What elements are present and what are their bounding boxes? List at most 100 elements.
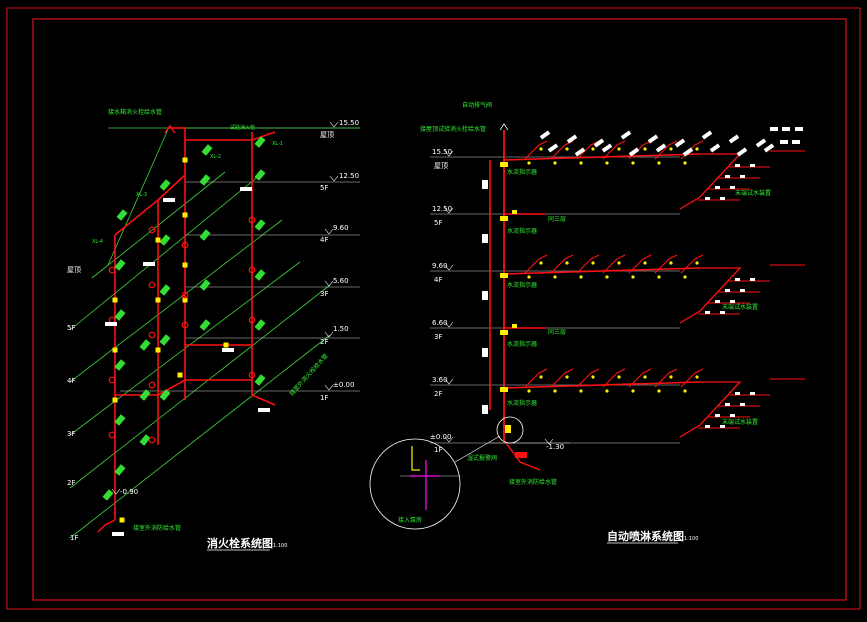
sprinkler-head-symbol — [539, 147, 543, 151]
sprinkler-head-symbol — [631, 161, 635, 165]
sprinkler-floor-roof: 屋顶 — [434, 162, 448, 170]
sprinkler-note-same-4f: 同三层 — [548, 216, 566, 223]
sprinkler-head-symbol — [539, 375, 543, 379]
hydrant-valve-symbol — [112, 347, 118, 353]
sprinkler-head-box — [750, 278, 755, 281]
sprinkler-head-box — [725, 175, 730, 178]
hydrant-valve-symbol — [112, 397, 118, 403]
hydrant-pipe-tag — [112, 532, 124, 536]
hydrant-note-roof: 试验消火栓 — [230, 124, 255, 131]
sprinkler-head-symbol — [683, 389, 687, 393]
hydrant-elev-7: -0.90 — [120, 488, 138, 496]
hydrant-left-floor-5f: 5F — [67, 324, 75, 332]
hydrant-elev-2: 12.50 — [339, 172, 359, 180]
sprinkler-scale: 1:100 — [684, 536, 698, 542]
sprinkler-head-box — [730, 414, 735, 417]
sprinkler-head-symbol — [591, 261, 595, 265]
sprinkler-head-symbol — [617, 147, 621, 151]
sprinkler-floor-4f: 4F — [434, 276, 442, 284]
sprinkler-drain-box — [482, 405, 488, 414]
sprinkler-note-flow-5f: 水流指示器 — [507, 168, 537, 176]
sprinkler-note-flow-2f: 水流指示器 — [507, 340, 537, 348]
hydrant-elev-1: 15.50 — [339, 119, 359, 127]
sprinkler-elev-5: 3.60 — [432, 376, 448, 384]
hydrant-pipe-tag — [105, 322, 117, 326]
sprinkler-flow-indicator — [500, 162, 508, 167]
sprinkler-head-symbol — [669, 375, 673, 379]
cad-drawing-canvas: 15.50 12.50 9.60 5.60 1.50 ±0.00 -0.90 屋… — [0, 0, 867, 618]
sprinkler-head-symbol — [553, 275, 557, 279]
hydrant-left-floor-roof: 屋顶 — [67, 266, 81, 274]
hydrant-valve-symbol — [223, 342, 229, 348]
sprinkler-head-box — [735, 278, 740, 281]
sprinkler-roof-box — [795, 127, 803, 131]
sprinkler-drain-box — [482, 234, 488, 243]
sprinkler-head-symbol — [643, 375, 647, 379]
sprinkler-head-box — [720, 197, 725, 200]
hydrant-floor-2f: 2F — [320, 338, 328, 346]
sprinkler-head-symbol — [527, 389, 531, 393]
sprinkler-head-symbol — [579, 275, 583, 279]
sprinkler-head-symbol — [657, 389, 661, 393]
hydrant-floor-3f: 3F — [320, 290, 328, 298]
hydrant-valve-symbol — [155, 347, 161, 353]
sprinkler-head-symbol — [669, 261, 673, 265]
sprinkler-drain-box — [482, 180, 488, 189]
sprinkler-floor-1f: 1F — [434, 446, 442, 454]
sprinkler-note-flow-4f: 水流指示器 — [507, 227, 537, 235]
hydrant-pipe-tag — [163, 198, 175, 202]
sprinkler-head-box — [740, 403, 745, 406]
hydrant-scale: 1:100 — [273, 543, 287, 549]
sprinkler-head-symbol — [669, 147, 673, 151]
sprinkler-head-symbol — [579, 389, 583, 393]
hydrant-elev-6: ±0.00 — [333, 381, 354, 389]
sprinkler-note-flow-3f: 水流指示器 — [507, 281, 537, 289]
sprinkler-head-symbol — [539, 261, 543, 265]
sprinkler-roof-box — [780, 140, 788, 144]
sprinkler-note-roof-pipe: 接屋顶试验消火栓给水管 — [420, 125, 486, 133]
sprinkler-head-symbol — [553, 389, 557, 393]
sprinkler-note-air-valve: 自动排气阀 — [462, 101, 492, 109]
sprinkler-elev-2: 12.50 — [432, 205, 452, 213]
hydrant-valve-symbol — [119, 517, 125, 523]
sprinkler-head-symbol — [605, 161, 609, 165]
sprinkler-floor-3f: 3F — [434, 333, 442, 341]
sprinkler-flow-indicator — [500, 273, 508, 278]
hydrant-valve-symbol — [182, 212, 188, 218]
sprinkler-head-symbol — [527, 161, 531, 165]
sprinkler-alarm-valve — [505, 425, 511, 433]
sprinkler-head-box — [730, 300, 735, 303]
sprinkler-head-symbol — [683, 275, 687, 279]
sprinkler-title: 自动喷淋系统图 — [607, 529, 684, 543]
sprinkler-head-symbol — [591, 375, 595, 379]
sprinkler-head-box — [750, 164, 755, 167]
sprinkler-head-box — [735, 392, 740, 395]
sprinkler-head-symbol — [591, 147, 595, 151]
sprinkler-signal-valve — [512, 324, 517, 328]
sprinkler-floor-2f: 2F — [434, 390, 442, 398]
hydrant-valve-symbol — [155, 297, 161, 303]
sprinkler-head-symbol — [565, 147, 569, 151]
sprinkler-head-symbol — [565, 261, 569, 265]
sprinkler-head-box — [750, 392, 755, 395]
hydrant-pipe-tag — [258, 408, 270, 412]
sprinkler-head-symbol — [631, 389, 635, 393]
sprinkler-elev-6: ±0.00 — [430, 433, 451, 441]
sprinkler-head-box — [740, 289, 745, 292]
sprinkler-head-symbol — [643, 147, 647, 151]
sprinkler-head-box — [725, 403, 730, 406]
sprinkler-head-symbol — [617, 375, 621, 379]
sprinkler-head-symbol — [695, 147, 699, 151]
sprinkler-floor-5f: 5F — [434, 219, 442, 227]
sprinkler-head-symbol — [565, 375, 569, 379]
sprinkler-roof-box — [782, 127, 790, 131]
hydrant-pipe-tag — [222, 348, 234, 352]
sprinkler-note-test-1f: 末端试水装置 — [722, 418, 758, 426]
sprinkler-head-box — [705, 311, 710, 314]
sprinkler-head-symbol — [683, 161, 687, 165]
hydrant-elev-4: 5.60 — [333, 277, 349, 285]
sprinkler-flow-indicator — [500, 387, 508, 392]
sprinkler-head-symbol — [605, 389, 609, 393]
hydrant-valve-symbol — [155, 237, 161, 243]
sprinkler-inlet-valve — [515, 452, 527, 458]
